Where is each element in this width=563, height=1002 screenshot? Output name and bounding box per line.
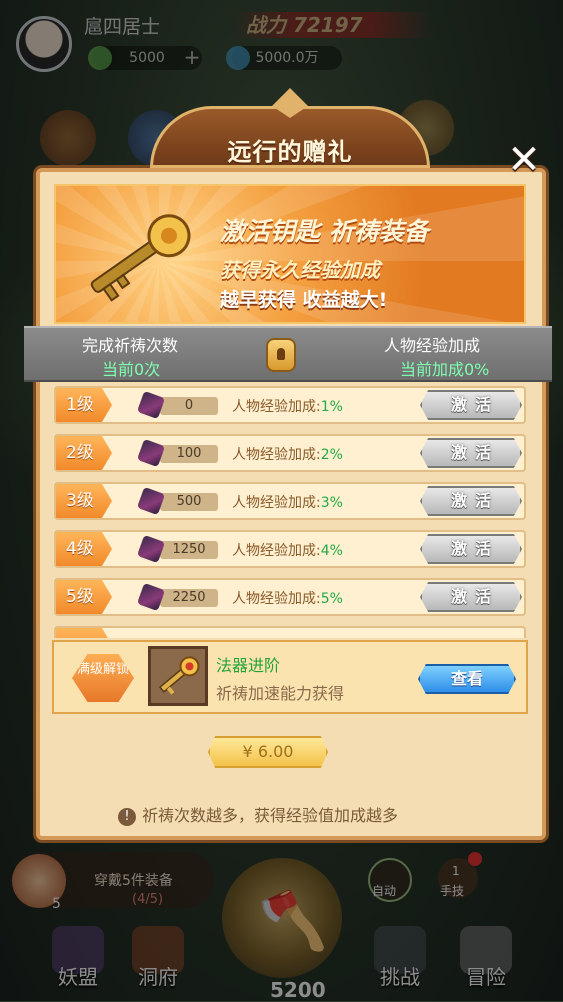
banner-slogan: 越早获得 收益越大! (220, 289, 388, 311)
artifact-key-icon (158, 656, 200, 695)
bonus-text: 人物经验加成:1% (232, 396, 343, 416)
activate-button[interactable]: 激活 (420, 390, 522, 420)
bonus-value: 1% (320, 399, 343, 415)
prayer-stone-icon (136, 582, 166, 612)
bonus-value: 3% (320, 495, 343, 511)
banner-subline: 获得永久经验加成 (220, 258, 380, 282)
level-row: 1级 0 人物经验加成:1% 激活 (54, 386, 526, 424)
level-row: 2级 100 人物经验加成:2% 激活 (54, 434, 526, 472)
activate-button[interactable]: 激活 (420, 582, 522, 612)
artifact-frame (148, 646, 208, 706)
prayer-requirement: 0 (160, 397, 218, 415)
prayer-requirement: 100 (160, 445, 218, 463)
bonus-text: 人物经验加成:3% (232, 492, 343, 512)
bonus-text: 人物经验加成:4% (232, 540, 343, 560)
level-list[interactable]: 1级 0 人物经验加成:1% 激活 2级 100 人物经验加成:2% 激活 3级… (54, 384, 526, 638)
activate-button[interactable]: 激活 (420, 534, 522, 564)
level-row-partial (54, 626, 526, 638)
footer-note-text: 祈祷次数越多，获得经验值加成越多 (142, 806, 399, 825)
prayer-stone-icon (136, 438, 166, 468)
level-row: 3级 500 人物经验加成:3% 激活 (54, 482, 526, 520)
prayer-stone-icon (136, 486, 166, 516)
level-tag (56, 628, 112, 638)
prayer-count-value: 当前0次 (102, 360, 161, 379)
bonus-value: 2% (320, 447, 343, 463)
modal-title-plate: 远行的赠礼 (150, 88, 430, 168)
bonus-label: 人物经验加成: (232, 495, 321, 511)
level-tag: 4级 (56, 532, 112, 566)
prayer-stone-icon (136, 534, 166, 564)
bonus-label: 人物经验加成: (232, 447, 321, 463)
bonus-label: 人物经验加成: (232, 543, 321, 559)
prayer-stone-icon (136, 390, 166, 420)
footer-note: ! 祈祷次数越多，获得经验值加成越多 (118, 802, 398, 826)
level-row: 5级 2250 人物经验加成:5% 激活 (54, 578, 526, 616)
view-button[interactable]: 查看 (418, 664, 516, 694)
prayer-requirement: 500 (160, 493, 218, 511)
exp-bonus-value: 当前加成0% (400, 360, 490, 379)
level-tag: 2级 (56, 436, 112, 470)
info-icon: ! (118, 808, 136, 826)
prayer-requirement: 1250 (160, 541, 218, 559)
modal-title: 远行的赠礼 (227, 138, 353, 166)
bonus-text: 人物经验加成:5% (232, 588, 343, 608)
bonus-text: 人物经验加成:2% (232, 444, 343, 464)
bonus-label: 人物经验加成: (232, 591, 321, 607)
level-tag: 5级 (56, 580, 112, 614)
bonus-value: 4% (320, 543, 343, 559)
artifact-desc: 祈祷加速能力获得 (216, 684, 345, 703)
prayer-requirement: 2250 (160, 589, 218, 607)
level-tag: 1级 (56, 388, 112, 422)
exp-bonus-label: 人物经验加成 (384, 336, 481, 355)
activate-button[interactable]: 激活 (420, 486, 522, 516)
activate-button[interactable]: 激活 (420, 438, 522, 468)
lock-icon (266, 338, 296, 372)
artifact-title: 法器进阶 (216, 656, 281, 675)
close-button[interactable]: ✕ (504, 140, 544, 180)
bonus-label: 人物经验加成: (232, 399, 321, 415)
level-row: 4级 1250 人物经验加成:4% 激活 (54, 530, 526, 568)
prayer-count-label: 完成祈祷次数 (82, 336, 179, 355)
purchase-button[interactable]: ¥ 6.00 (208, 736, 328, 768)
golden-key-icon (90, 214, 191, 302)
banner-headline: 激活钥匙 祈祷装备 (220, 217, 429, 246)
level-tag: 3级 (56, 484, 112, 518)
bonus-value: 5% (320, 591, 343, 607)
